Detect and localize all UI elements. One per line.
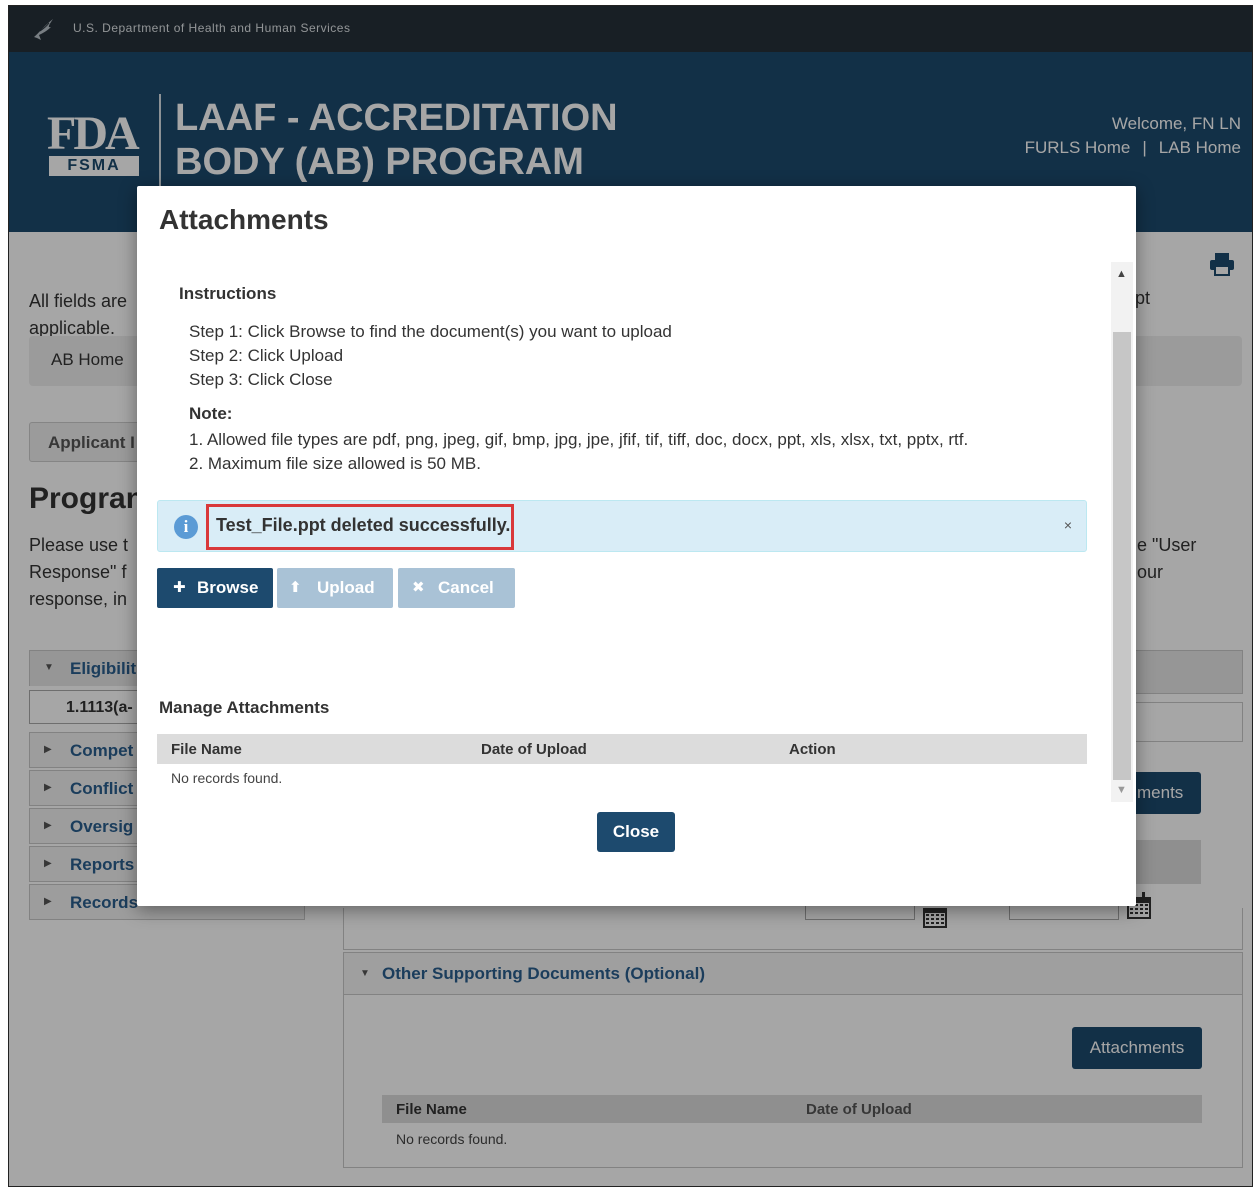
upload-icon: ⬆: [289, 579, 302, 596]
step-item: Step 3: Click Close: [189, 370, 333, 389]
modal-scrollbar[interactable]: ▲ ▼: [1111, 262, 1133, 802]
browser-frame: U.S. Department of Health and Human Serv…: [8, 5, 1253, 1187]
scrollbar-thumb[interactable]: [1113, 332, 1131, 780]
x-icon: ✖: [412, 579, 425, 596]
browse-button[interactable]: ✚ Browse: [157, 568, 273, 608]
notes-list: 1. Allowed file types are pdf, png, jpeg…: [189, 428, 968, 476]
upload-button[interactable]: ⬆ Upload: [277, 568, 393, 608]
instruction-steps: Step 1: Click Browse to find the documen…: [189, 320, 672, 392]
close-button[interactable]: Close: [597, 812, 675, 852]
note-item: 1. Allowed file types are pdf, png, jpeg…: [189, 430, 969, 449]
note-heading: Note:: [189, 404, 233, 423]
info-icon: i: [174, 515, 198, 539]
scroll-down-arrow-icon[interactable]: ▼: [1116, 784, 1127, 796]
alert-message: Test_File.ppt deleted successfully.: [216, 515, 511, 535]
step-item: Step 1: Click Browse to find the documen…: [189, 322, 672, 341]
instructions-heading: Instructions: [179, 284, 277, 303]
modal-scroll-area: Instructions Step 1: Click Browse to fin…: [137, 264, 1136, 804]
plus-icon: ✚: [173, 579, 186, 596]
step-item: Step 2: Click Upload: [189, 346, 344, 365]
column-date-of-upload: Date of Upload: [481, 741, 587, 758]
column-file-name: File Name: [171, 741, 242, 758]
attachments-table-header: File Name Date of Upload Action: [157, 734, 1087, 764]
browse-label: Browse: [197, 578, 259, 597]
modal-title: Attachments: [159, 204, 329, 235]
cancel-button[interactable]: ✖ Cancel: [398, 568, 515, 608]
note-item: 2. Maximum file size allowed is 50 MB.: [189, 454, 481, 473]
upload-label: Upload: [317, 578, 375, 597]
no-records-text: No records found.: [171, 770, 283, 786]
close-icon[interactable]: ×: [1064, 517, 1072, 533]
cancel-label: Cancel: [438, 578, 494, 597]
success-alert: i Test_File.ppt deleted successfully. ×: [157, 500, 1087, 552]
attachments-modal: Attachments Instructions Step 1: Click B…: [137, 186, 1136, 906]
column-action: Action: [789, 741, 836, 758]
manage-attachments-heading: Manage Attachments: [159, 698, 330, 717]
scroll-up-arrow-icon[interactable]: ▲: [1116, 268, 1127, 280]
